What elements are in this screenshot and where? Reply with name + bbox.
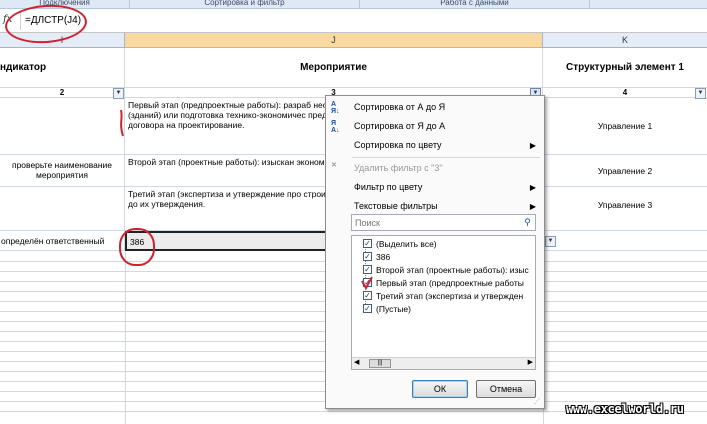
- menu-clear-filter[interactable]: ✕ Удалить фильтр с "3": [326, 159, 544, 178]
- cell-validation-dropdown-button[interactable]: ▼: [545, 236, 556, 247]
- formula-bar: fx =ДЛСТР(J4): [0, 9, 707, 33]
- menu-separator: [352, 157, 540, 158]
- checkbox-checked-icon[interactable]: ✓: [363, 304, 372, 313]
- menu-sort-descending-label: Сортировка от Я до А: [354, 121, 446, 131]
- cell-k-row2[interactable]: Управление 2: [543, 155, 707, 187]
- filter-item-label: (Выделить все): [376, 239, 437, 249]
- filter-item-label: Первый этап (предпроектные работы: [376, 278, 524, 288]
- number-cell-i[interactable]: 2: [0, 88, 125, 98]
- header-cell-event[interactable]: Мероприятие: [125, 48, 543, 88]
- checkbox-checked-icon[interactable]: ✓: [363, 291, 372, 300]
- cell-k-row4[interactable]: [543, 231, 707, 251]
- cell-i-row1[interactable]: [0, 98, 125, 155]
- cell-i-row4[interactable]: определён ответственный: [0, 231, 125, 251]
- checkbox-checked-icon[interactable]: ✓: [363, 252, 372, 261]
- menu-filter-by-color[interactable]: Фильтр по цвету ▶: [326, 178, 544, 197]
- annotation-mark-row1: [120, 109, 124, 137]
- sort-az-icon: А Я↓: [331, 101, 340, 115]
- ok-button[interactable]: ОК: [412, 380, 468, 398]
- checkbox-checked-icon[interactable]: ✓: [363, 265, 372, 274]
- cell-k-row1[interactable]: Управление 1: [543, 98, 707, 155]
- filter-search-input[interactable]: [352, 215, 520, 230]
- scroll-left-icon[interactable]: ◀: [354, 358, 359, 366]
- submenu-arrow-icon: ▶: [529, 183, 536, 192]
- menu-sort-by-color[interactable]: Сортировка по цвету ▶: [326, 136, 544, 155]
- column-line: [125, 251, 126, 424]
- autofilter-menu: А Я↓ Сортировка от А до Я Я А↓ Сортировка …: [325, 95, 545, 409]
- column-header-k[interactable]: K: [543, 33, 707, 48]
- number-cell-k[interactable]: 4: [543, 88, 707, 98]
- annotation-check-mark: [361, 276, 373, 291]
- scrollbar-thumb[interactable]: |||: [369, 359, 391, 368]
- menu-sort-ascending-label: Сортировка от А до Я: [354, 102, 446, 112]
- column-headers: I J K: [0, 33, 707, 48]
- watermark-text: www.excelworld.ru: [566, 402, 684, 416]
- cell-i-row3[interactable]: [0, 187, 125, 231]
- ribbon-group-labels: Подключения Сортировка и фильтр Работа с…: [0, 0, 707, 9]
- checkbox-checked-icon[interactable]: ✓: [363, 239, 372, 248]
- menu-text-filters-label: Текстовые фильтры: [354, 201, 438, 211]
- menu-sort-by-color-label: Сортировка по цвету: [354, 140, 442, 150]
- clear-filter-icon: ✕: [331, 162, 337, 169]
- filter-item-label: Второй этап (проектные работы): изыс: [376, 265, 529, 275]
- cell-i-row2[interactable]: проверьте наименование мероприятия: [0, 155, 125, 187]
- filter-search-box[interactable]: ⚲: [351, 214, 536, 231]
- column-header-j[interactable]: J: [125, 33, 543, 48]
- menu-clear-filter-label: Удалить фильтр с "3": [354, 163, 443, 173]
- cell-k-row3[interactable]: Управление 3: [543, 187, 707, 231]
- formula-input[interactable]: =ДЛСТР(J4): [20, 12, 700, 30]
- sort-za-icon: Я А↓: [331, 120, 340, 134]
- menu-filter-by-color-label: Фильтр по цвету: [354, 182, 423, 192]
- cancel-button[interactable]: Отмена: [476, 380, 536, 398]
- header-cell-indicator[interactable]: ндикатор: [0, 48, 125, 88]
- horizontal-scrollbar[interactable]: ◀ ||| ▶: [352, 357, 535, 369]
- filter-item-label: 386: [376, 252, 391, 262]
- annotation-circle-cell: [119, 228, 155, 266]
- search-icon[interactable]: ⚲: [521, 216, 534, 229]
- ribbon-group-data-tools: Работа с данными: [360, 0, 590, 8]
- header-cell-struct[interactable]: Структурный элемент 1: [543, 48, 707, 88]
- menu-sort-ascending[interactable]: А Я↓ Сортировка от А до Я: [326, 98, 544, 117]
- submenu-arrow-icon: ▶: [529, 141, 536, 150]
- menu-sort-descending[interactable]: Я А↓ Сортировка от Я до А: [326, 117, 544, 136]
- filter-item-label: (Пустые): [376, 304, 411, 314]
- resize-grip-icon[interactable]: ⋰: [534, 398, 542, 406]
- ribbon-group-sort-filter: Сортировка и фильтр: [130, 0, 360, 8]
- filter-item-label: Третий этап (экспертиза и утвержден: [376, 291, 524, 301]
- scroll-right-icon[interactable]: ▶: [528, 358, 533, 366]
- filter-values-list: ✓ (Выделить все) ✓ 386 ✓ Второй этап (пр…: [351, 235, 536, 370]
